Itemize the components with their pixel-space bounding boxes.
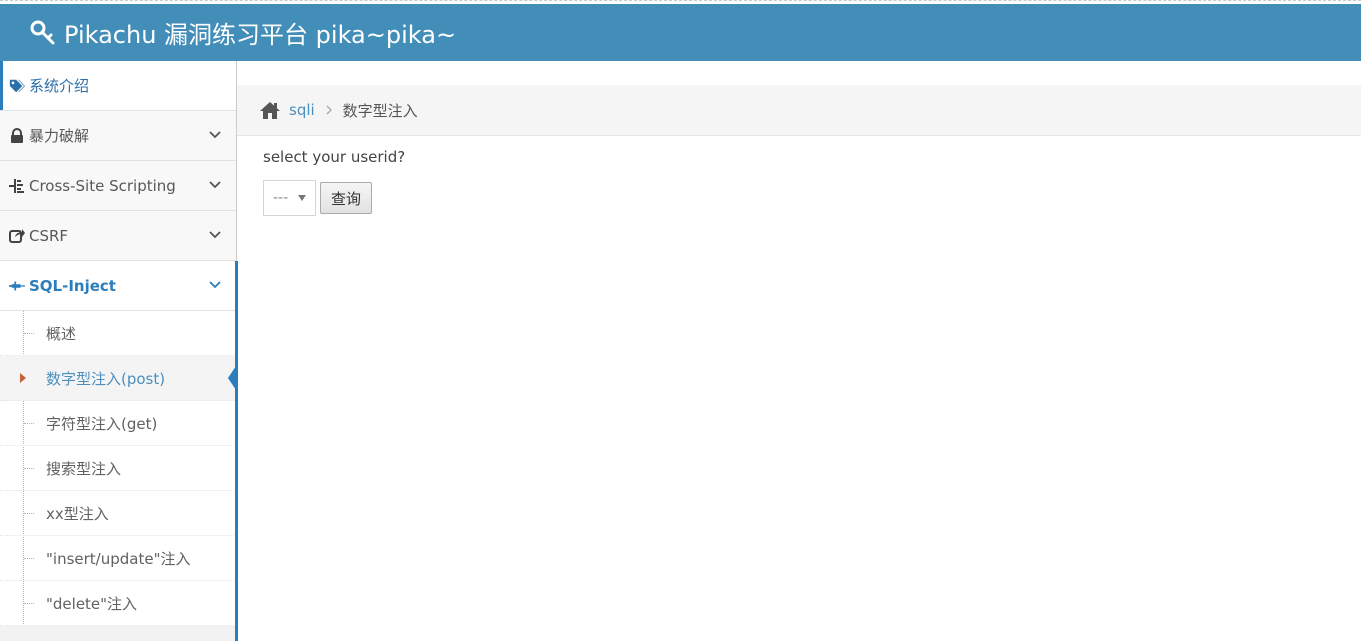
submenu-item-xx[interactable]: xx型注入 <box>0 491 236 536</box>
chevron-down-icon <box>209 231 221 239</box>
submenu-item-numeric-post[interactable]: 数字型注入(post) <box>0 356 238 401</box>
sidebar-item-label: 系统介绍 <box>29 77 90 95</box>
submenu-item-label: "insert/update"注入 <box>46 549 191 568</box>
sidebar-accent-bar <box>235 261 238 641</box>
chevron-right-icon <box>326 105 332 115</box>
chevron-down-icon <box>209 181 221 189</box>
submenu-item-label: 字符型注入(get) <box>46 414 158 433</box>
sidebar-item-label: Cross-Site Scripting <box>29 176 176 195</box>
submenu-item-label: 数字型注入(post) <box>46 369 166 388</box>
sidebar-item-label: 暴力破解 <box>29 127 90 145</box>
submenu-item-string-get[interactable]: 字符型注入(get) <box>0 401 236 446</box>
sidebar-item-intro[interactable]: 系统介绍 <box>0 61 236 111</box>
submenu-item-label: "delete"注入 <box>46 594 138 613</box>
userid-prompt: select your userid? <box>263 148 406 166</box>
dropdown-arrow-icon <box>298 195 306 201</box>
navbar: Pikachu 漏洞练习平台 pika~pika~ <box>0 4 1361 61</box>
sidebar-item-sql-inject[interactable]: SQL-Inject <box>0 261 236 311</box>
syringe-icon <box>9 278 25 294</box>
breadcrumb-current: 数字型注入 <box>342 101 418 120</box>
submenu-item-insert-update[interactable]: "insert/update"注入 <box>0 536 236 581</box>
breadcrumb-link-sqli[interactable]: sqli <box>289 101 315 119</box>
chevron-down-icon <box>209 131 221 139</box>
submenu-item-label: 概述 <box>46 324 77 343</box>
share-icon <box>9 228 25 244</box>
breadcrumb: sqli 数字型注入 <box>237 85 1361 136</box>
submit-query-button[interactable]: 查询 <box>320 182 373 214</box>
userid-select[interactable]: --- <box>263 180 316 216</box>
key-icon <box>30 20 55 44</box>
submenu-item-label: 搜索型注入 <box>46 459 122 478</box>
main-content: select your userid? --- 查询 <box>263 148 405 216</box>
userid-select-value: --- <box>273 190 289 206</box>
submenu-item-delete[interactable]: "delete"注入 <box>0 581 236 626</box>
tree-icon <box>9 178 25 194</box>
sidebar: 系统介绍 暴力破解 Cross-Site Scripting CSRF SQL-… <box>0 61 238 641</box>
query-form: --- 查询 <box>263 180 405 216</box>
home-icon[interactable] <box>259 100 281 120</box>
submenu-item-label: xx型注入 <box>46 504 109 523</box>
sql-inject-submenu: 概述 数字型注入(post) 字符型注入(get) 搜索型注入 xx型注入 "i… <box>0 311 238 626</box>
chevron-down-icon <box>209 281 221 289</box>
sidebar-item-label: SQL-Inject <box>29 276 116 295</box>
sidebar-item-label: CSRF <box>29 226 69 245</box>
brand[interactable]: Pikachu 漏洞练习平台 pika~pika~ <box>30 4 456 61</box>
tags-icon <box>9 78 25 94</box>
submenu-item-overview[interactable]: 概述 <box>0 311 236 356</box>
submenu-item-search[interactable]: 搜索型注入 <box>0 446 236 491</box>
sidebar-item-csrf[interactable]: CSRF <box>0 211 236 261</box>
sidebar-item-xss[interactable]: Cross-Site Scripting <box>0 161 236 211</box>
brand-title: Pikachu 漏洞练习平台 pika~pika~ <box>64 21 457 49</box>
sidebar-item-brute-force[interactable]: 暴力破解 <box>0 111 236 161</box>
caret-right-icon <box>20 373 26 383</box>
lock-icon <box>9 127 25 144</box>
